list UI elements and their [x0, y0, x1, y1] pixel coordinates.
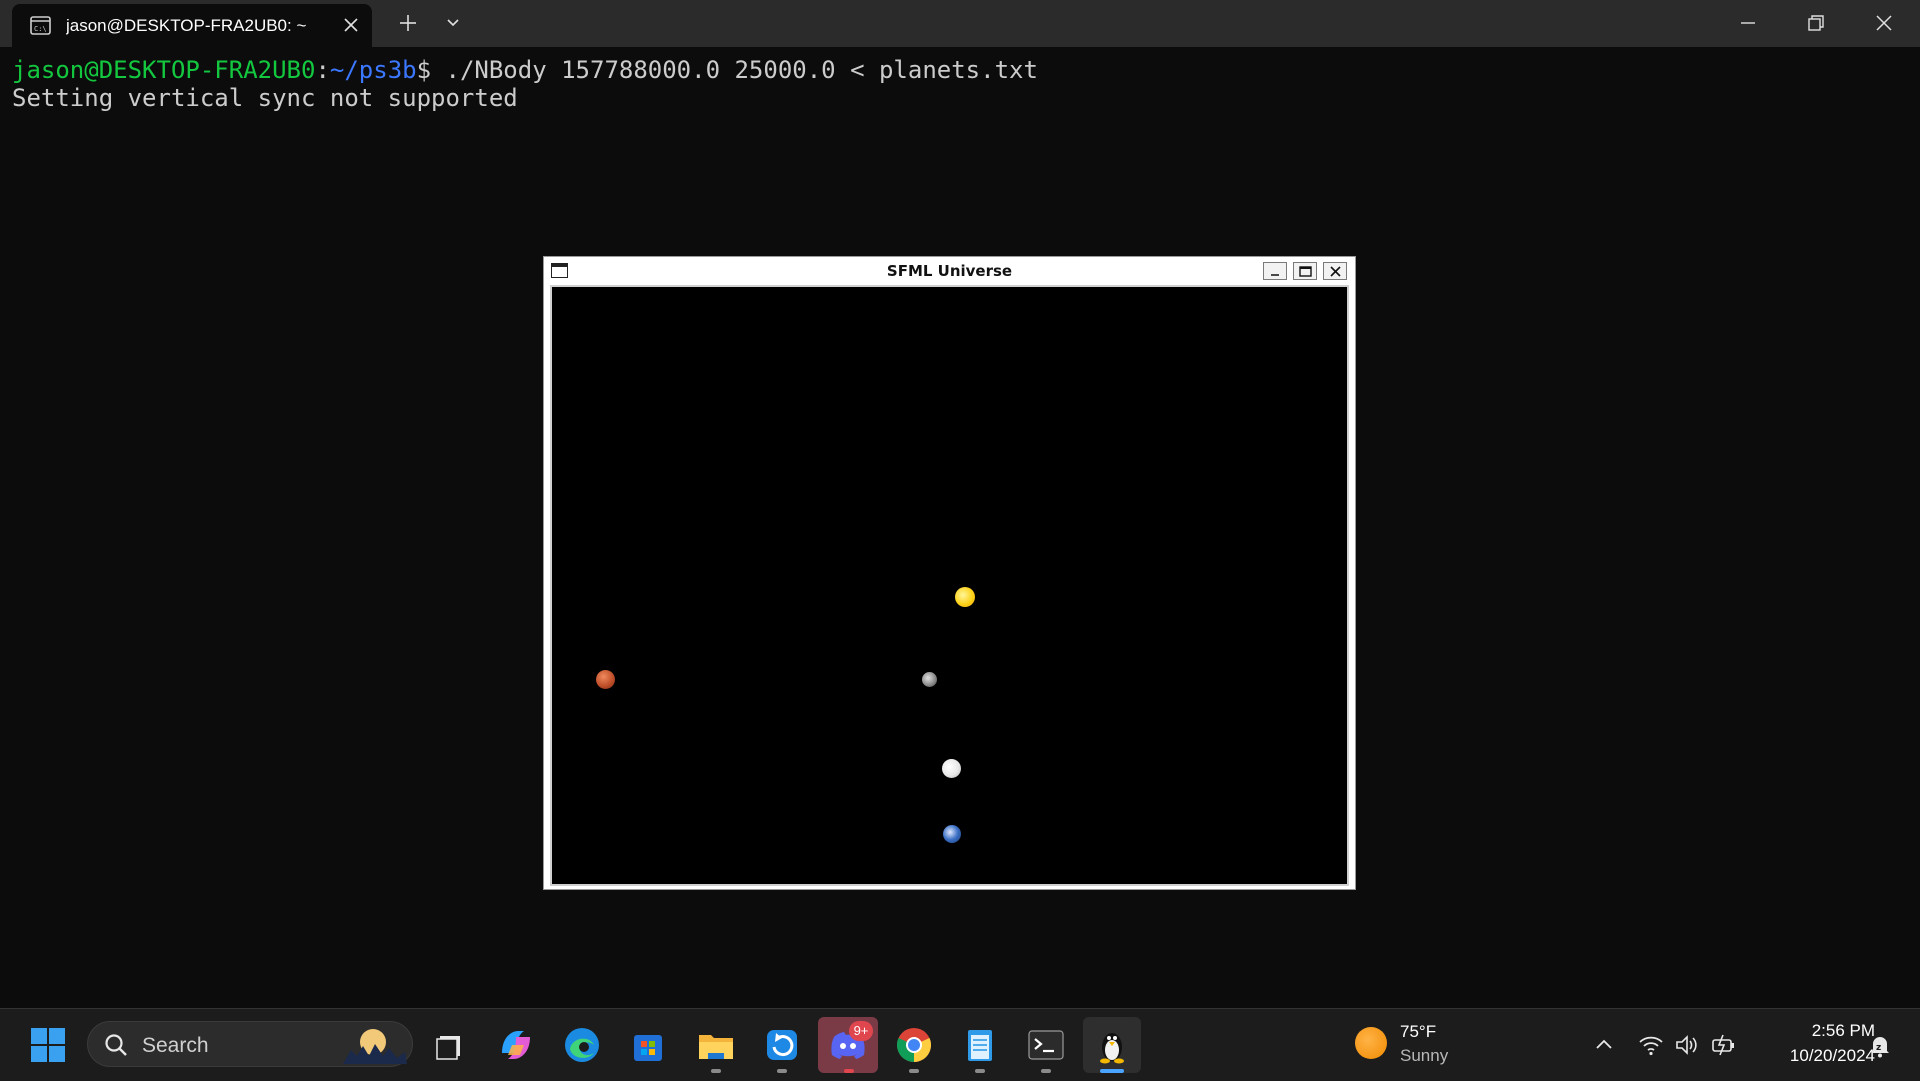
chrome-indicator: [909, 1069, 919, 1073]
clock-date[interactable]: 10/20/2024: [1760, 1046, 1875, 1066]
wifi-icon[interactable]: [1638, 1033, 1664, 1057]
sfml-minimize-button[interactable]: [1263, 262, 1287, 280]
prompt-user: jason@DESKTOP-FRA2UB0: [12, 56, 316, 84]
volume-icon[interactable]: [1674, 1033, 1700, 1057]
prompt-line: jason@DESKTOP-FRA2UB0:~/ps3b$ ./NBody 15…: [12, 56, 1038, 84]
prompt-separator: :: [315, 56, 330, 84]
weather-condition[interactable]: Sunny: [1400, 1046, 1448, 1066]
task-view-icon[interactable]: [428, 1023, 472, 1067]
sync-indicator: [777, 1069, 787, 1073]
venus-body: [942, 759, 961, 778]
terminal-titlebar: C:\ jason@DESKTOP-FRA2UB0: ~: [0, 0, 1920, 47]
weather-temp[interactable]: 75°F: [1400, 1022, 1436, 1042]
terminal-icon[interactable]: [1024, 1023, 1068, 1067]
terminal-indicator: [1041, 1069, 1051, 1073]
store-icon[interactable]: [626, 1023, 670, 1067]
mercury-body: [922, 672, 937, 687]
search-label: Search: [142, 1034, 209, 1057]
battery-charging-icon[interactable]: [1710, 1032, 1738, 1058]
start-icon[interactable]: [26, 1023, 70, 1067]
prompt-symbol: $: [416, 56, 432, 84]
tab-close-icon[interactable]: [340, 14, 362, 36]
mars-body: [596, 670, 615, 689]
terminal-tab[interactable]: C:\ jason@DESKTOP-FRA2UB0: ~: [12, 4, 372, 47]
file-explorer-indicator: [711, 1069, 721, 1073]
file-explorer-icon[interactable]: [694, 1023, 738, 1067]
svg-text:z: z: [1876, 1043, 1881, 1053]
restore-icon: [1808, 15, 1824, 31]
sfml-window-title: SFML Universe: [886, 262, 1013, 280]
close-icon: [1876, 15, 1892, 31]
sfml-window[interactable]: SFML Universe: [543, 256, 1356, 890]
discord-indicator: [844, 1069, 854, 1073]
minimize-icon: [1271, 274, 1279, 276]
output-line: Setting vertical sync not supported: [12, 84, 518, 112]
linux-app-indicator: [1100, 1069, 1124, 1073]
prompt-path: ~/ps3b: [329, 56, 417, 84]
search-icon: [105, 1034, 127, 1056]
linux-tux-icon: [1100, 1033, 1124, 1064]
clock-time[interactable]: 2:56 PM: [1760, 1021, 1875, 1041]
sfml-canvas[interactable]: [550, 285, 1349, 886]
sfml-titlebar[interactable]: SFML Universe: [544, 257, 1355, 283]
tab-dropdown-chevron-icon[interactable]: [440, 10, 466, 36]
svg-text:C:\: C:\: [34, 25, 47, 33]
search-box[interactable]: Search: [87, 1021, 413, 1067]
new-tab-plus-icon[interactable]: [395, 10, 421, 36]
taskbar: Search 9+ 75°F Sunny 2:56 PM 10/20/2024 …: [0, 1008, 1920, 1081]
sun-body: [955, 587, 975, 607]
sfml-close-button[interactable]: [1323, 262, 1347, 280]
chevron-up-icon[interactable]: [1593, 1034, 1615, 1056]
sync-icon[interactable]: [760, 1023, 804, 1067]
earth-body: [943, 825, 961, 843]
notepad-icon[interactable]: [958, 1023, 1002, 1067]
minimize-icon: [1741, 22, 1755, 24]
tab-title: jason@DESKTOP-FRA2UB0: ~: [66, 16, 307, 35]
restore-button[interactable]: [1782, 0, 1850, 46]
weather-sun-icon[interactable]: [1355, 1027, 1387, 1059]
close-button[interactable]: [1850, 0, 1918, 46]
chrome-icon[interactable]: [892, 1023, 936, 1067]
terminal-output[interactable]: jason@DESKTOP-FRA2UB0:~/ps3b$ ./NBody 15…: [12, 56, 1038, 112]
minimize-button[interactable]: [1714, 0, 1782, 46]
sfml-maximize-button[interactable]: [1293, 262, 1317, 280]
notepad-indicator: [975, 1069, 985, 1073]
discord-badge: 9+: [849, 1021, 873, 1041]
close-icon: [1330, 266, 1341, 277]
search-highlight-moon-icon: [343, 1029, 407, 1064]
copilot-icon[interactable]: [494, 1023, 538, 1067]
edge-icon[interactable]: [560, 1023, 604, 1067]
terminal-tab-icon: C:\: [30, 16, 51, 35]
command-text: ./NBody 157788000.0 25000.0 < planets.tx…: [431, 56, 1038, 84]
maximize-icon: [1299, 266, 1312, 277]
notification-bell-icon[interactable]: z: [1867, 1033, 1893, 1059]
